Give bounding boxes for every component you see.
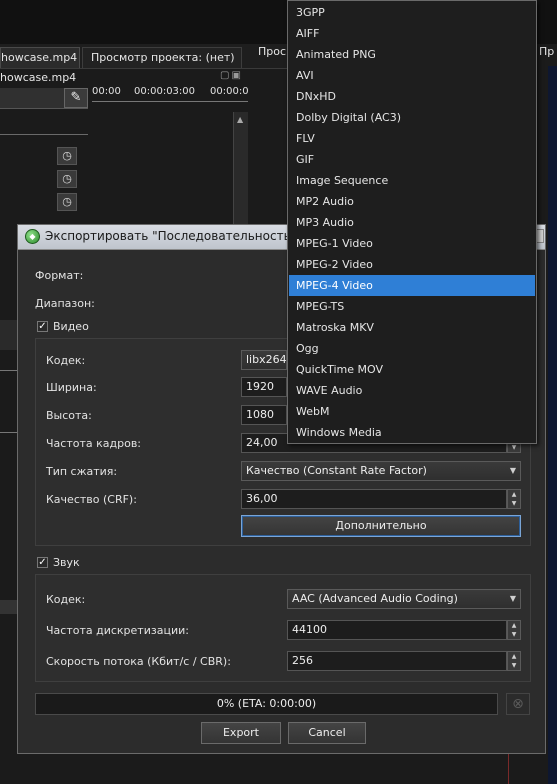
scroll-up-icon[interactable]: ▲ [237,115,243,124]
bitrate-stepper[interactable]: ▲ ▼ [507,651,521,671]
panel-float-icons[interactable]: ▢▣ [220,70,243,81]
width-field[interactable]: 1920 [241,377,287,397]
timecode-0: 00:00 [92,86,121,97]
compression-label: Тип сжатия: [46,465,118,478]
divider [0,370,18,371]
format-option[interactable]: WAVE Audio [289,380,535,401]
timecode-1: 00:00:03:00 [134,86,196,97]
add-marker-icon[interactable]: ✎ [64,88,88,108]
compression-value: Качество (Constant Rate Factor) [246,464,427,477]
audio-codec-combo[interactable]: AAC (Advanced Audio Coding) ▼ [287,589,521,609]
audio-checkbox[interactable]: ✓ [37,557,48,568]
height-label: Высота: [46,409,92,422]
width-label: Ширина: [46,381,97,394]
left-panel-block [0,600,18,614]
timeline-ruler [92,101,248,108]
format-option[interactable]: AIFF [289,23,535,44]
chevron-down-icon: ▼ [509,466,516,475]
format-option[interactable]: 3GPP [289,2,535,23]
framerate-label: Частота кадров: [46,437,142,450]
format-option[interactable]: GIF [289,149,535,170]
export-progress-bar: 0% (ETA: 0:00:00) [35,693,498,715]
tab-source[interactable]: howcase.mp4 [0,47,80,68]
format-option[interactable]: MP2 Audio [289,191,535,212]
advanced-button[interactable]: Дополнительно [241,515,521,537]
format-option[interactable]: Image Sequence [289,170,535,191]
cancel-button[interactable]: Cancel [288,722,366,744]
clock-icon[interactable]: ◷ [57,147,77,165]
video-codec-combo[interactable]: libx264 H [241,350,298,370]
timecode-2: 00:00:0 [210,86,249,97]
export-button[interactable]: Export [201,722,281,744]
format-option[interactable]: QuickTime MOV [289,359,535,380]
clock-icon[interactable]: ◷ [57,170,77,188]
dialog-title: Экспортировать "Последовательность 01" [45,229,316,243]
bitrate-field[interactable]: 256 [287,651,507,671]
quality-stepper[interactable]: ▲ ▼ [507,489,521,509]
video-checkbox[interactable]: ✓ [37,321,48,332]
format-option[interactable]: DNxHD [289,86,535,107]
range-label: Диапазон: [35,297,95,310]
timeline-scrollbar[interactable]: ▲ [233,112,248,232]
divider [0,432,18,433]
video-codec-label: Кодек: [46,354,86,367]
samplerate-label: Частота дискретизации: [46,624,189,637]
audio-codec-label: Кодек: [46,593,86,606]
format-label: Формат: [35,269,84,282]
preview-area [548,66,557,784]
quality-label: Качество (CRF): [46,493,137,506]
app-icon: ◆ [25,229,40,244]
divider [0,134,88,135]
format-option[interactable]: MPEG-2 Video [289,254,535,275]
format-option[interactable]: FLV [289,128,535,149]
format-dropdown-list[interactable]: 3GPP AIFF Animated PNG AVI DNxHD Dolby Digita… [287,0,537,444]
quality-field[interactable]: 36,00 [241,489,507,509]
format-option[interactable]: Ogg [289,338,535,359]
format-option[interactable]: WebM [289,401,535,422]
audio-checkbox-label: Звук [53,556,80,569]
compression-combo[interactable]: Качество (Constant Rate Factor) ▼ [241,461,521,481]
format-option[interactable]: Windows Media [289,422,535,443]
tab-project-preview[interactable]: Просмотр проекта: (нет) [82,47,242,68]
bitrate-label: Скорость потока (Кбит/с / CBR): [46,655,231,668]
height-field[interactable]: 1080 [241,405,287,425]
chevron-down-icon: ▼ [509,594,516,603]
tab-bar: howcase.mp4 Просмотр проекта: (нет) [0,44,290,69]
format-option[interactable]: Dolby Digital (AC3) [289,107,535,128]
format-option[interactable]: Matroska MKV [289,317,535,338]
sequence-title: howcase.mp4 [0,71,77,84]
format-option[interactable]: MPEG-4 Video [289,275,535,296]
audio-codec-value: AAC (Advanced Audio Coding) [292,592,458,605]
clock-icon[interactable]: ◷ [57,193,77,211]
timeline-timecodes: 00:00 00:00:03:00 00:00:0 [92,86,252,100]
format-option[interactable]: MP3 Audio [289,212,535,233]
format-option[interactable]: MPEG-1 Video [289,233,535,254]
format-option[interactable]: Animated PNG [289,44,535,65]
format-option[interactable]: AVI [289,65,535,86]
format-option[interactable]: MPEG-TS [289,296,535,317]
progress-text: 0% (ETA: 0:00:00) [216,697,317,710]
video-checkbox-label: Видео [53,320,89,333]
samplerate-stepper[interactable]: ▲ ▼ [507,620,521,640]
samplerate-field[interactable]: 44100 [287,620,507,640]
cancel-export-icon[interactable]: ⊗ [506,693,530,715]
right-panel-label: Пр [539,45,555,58]
